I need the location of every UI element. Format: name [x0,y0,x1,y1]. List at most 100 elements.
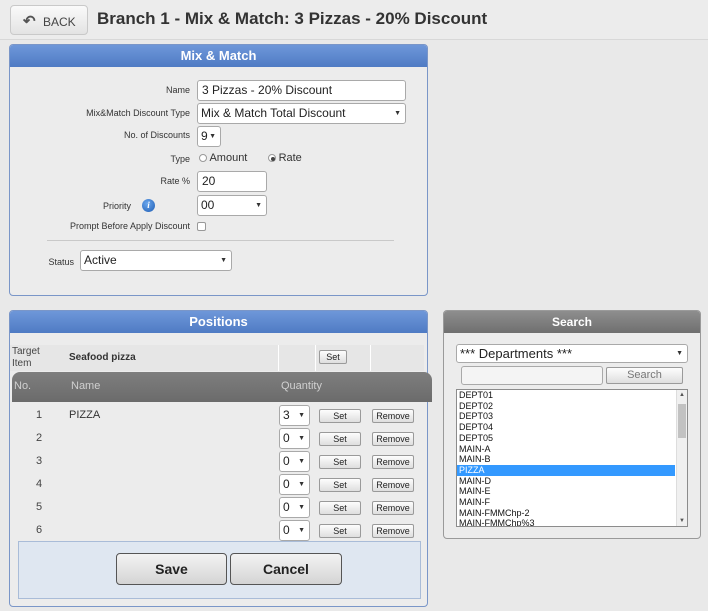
list-scrollbar[interactable]: ▲ ▼ [676,390,687,526]
list-item[interactable]: PIZZA [457,464,675,476]
type-rate-label: Rate [278,152,302,164]
row-number: 6 [36,524,43,536]
type-amount-radio[interactable] [199,154,207,163]
category-select[interactable]: *** Departments *** ▼ [456,344,688,363]
back-button[interactable]: ↶ BACK [10,5,88,35]
row-remove-button[interactable]: Remove [372,501,414,515]
prompt-label: Prompt Before Apply Discount [69,221,190,231]
num-discounts-select[interactable]: 9 ▼ [197,126,221,147]
positions-heading: Positions [10,311,427,333]
type-label: Type [170,154,190,164]
search-panel: Search *** Departments *** ▼ Search DEPT… [443,310,701,539]
undo-arrow-icon: ↶ [23,13,36,30]
quantity-value: 0 [283,454,290,468]
page-header: ↶ BACK Branch 1 - Mix & Match: 3 Pizzas … [0,0,708,40]
priority-select[interactable]: 00 ▼ [197,195,267,216]
col-quantity-header: Quantity [281,380,322,392]
position-row: 5 0 ▼ Set Remove [10,496,424,519]
discount-type-select[interactable]: Mix & Match Total Discount ▼ [197,103,406,124]
chevron-down-icon: ▼ [220,257,227,264]
row-set-button[interactable]: Set [319,409,361,423]
mix-match-heading: Mix & Match [10,45,427,67]
quantity-select[interactable]: 0 ▼ [279,497,310,518]
chevron-down-icon: ▼ [298,435,305,442]
row-number: 1 [36,409,43,421]
list-item[interactable]: DEPT04 [457,422,675,433]
status-select[interactable]: Active ▼ [80,250,232,271]
quantity-value: 3 [283,408,290,422]
rate-field[interactable]: 20 [197,171,267,192]
status-value: Active [84,253,117,267]
row-remove-button[interactable]: Remove [372,478,414,492]
target-set-button[interactable]: Set [319,350,347,364]
prompt-checkbox[interactable] [197,222,206,231]
chevron-down-icon: ▼ [298,504,305,511]
list-item[interactable]: MAIN-B [457,454,675,465]
info-icon[interactable]: i [142,199,155,212]
target-item-value: Seafood pizza [69,352,136,363]
col-no-header: No. [14,380,32,392]
target-item-row: Target Item Seafood pizza Set [10,345,424,371]
quantity-select[interactable]: 0 ▼ [279,474,310,495]
chevron-down-icon: ▼ [394,110,401,117]
target-label-line1: Target [12,346,40,357]
row-set-button[interactable]: Set [319,455,361,469]
quantity-value: 0 [283,477,290,491]
position-row: 6 0 ▼ Set Remove [10,519,424,542]
list-item[interactable]: DEPT05 [457,433,675,444]
list-item[interactable]: MAIN-D [457,476,675,487]
search-button[interactable]: Search [606,367,683,384]
row-remove-button[interactable]: Remove [372,432,414,446]
target-col-sep2 [315,345,316,371]
discount-type-label: Mix&Match Discount Type [86,108,190,118]
action-area: Save Cancel [18,541,421,599]
chevron-down-icon: ▼ [255,202,262,209]
mix-match-panel: Mix & Match Name 3 Pizzas - 20% Discount… [9,44,428,296]
list-item[interactable]: DEPT03 [457,411,675,422]
chevron-down-icon: ▼ [298,481,305,488]
quantity-value: 0 [283,431,290,445]
chevron-down-icon: ▼ [298,527,305,534]
row-set-button[interactable]: Set [319,524,361,538]
row-set-button[interactable]: Set [319,432,361,446]
quantity-select[interactable]: 3 ▼ [279,405,310,426]
type-rate-radio[interactable] [267,154,276,163]
quantity-select[interactable]: 0 ▼ [279,520,310,541]
quantity-select[interactable]: 0 ▼ [279,428,310,449]
position-row: 1 PIZZA 3 ▼ Set Remove [10,404,424,427]
search-input[interactable] [461,366,603,385]
list-item[interactable]: MAIN-FMMChp%3 [457,518,675,526]
list-item[interactable]: MAIN-A [457,444,675,455]
row-remove-button[interactable]: Remove [372,409,414,423]
list-item[interactable]: MAIN-FMMChp-2 [457,508,675,519]
scroll-thumb[interactable] [678,404,686,438]
name-field[interactable]: 3 Pizzas - 20% Discount [197,80,406,101]
scroll-down-icon[interactable]: ▼ [677,516,687,526]
save-button[interactable]: Save [116,553,227,585]
target-label-line2: Item [12,358,32,369]
positions-table-header: No. Name Quantity [12,372,432,402]
num-discounts-label: No. of Discounts [123,130,190,140]
row-set-button[interactable]: Set [319,478,361,492]
cancel-button[interactable]: Cancel [230,553,342,585]
page-title: Branch 1 - Mix & Match: 3 Pizzas - 20% D… [97,9,488,28]
row-remove-button[interactable]: Remove [372,455,414,469]
chevron-down-icon: ▼ [298,458,305,465]
status-label: Status [48,257,74,267]
scroll-up-icon[interactable]: ▲ [677,390,687,400]
list-item[interactable]: DEPT01 [457,390,675,401]
quantity-select[interactable]: 0 ▼ [279,451,310,472]
list-item[interactable]: MAIN-E [457,486,675,497]
positions-panel: Positions Target Item Seafood pizza Set … [9,310,432,607]
list-item[interactable]: DEPT02 [457,401,675,412]
row-remove-button[interactable]: Remove [372,524,414,538]
target-col-sep3 [370,345,371,371]
divider [47,240,394,241]
search-results-list[interactable]: DEPT01 DEPT02 DEPT03 DEPT04 DEPT05 MAIN-A MAIN… [456,389,688,527]
list-item[interactable]: MAIN-F [457,497,675,508]
chevron-down-icon: ▼ [676,350,683,357]
position-row: 4 0 ▼ Set Remove [10,473,424,496]
quantity-value: 0 [283,500,290,514]
row-set-button[interactable]: Set [319,501,361,515]
row-name: PIZZA [69,409,101,421]
